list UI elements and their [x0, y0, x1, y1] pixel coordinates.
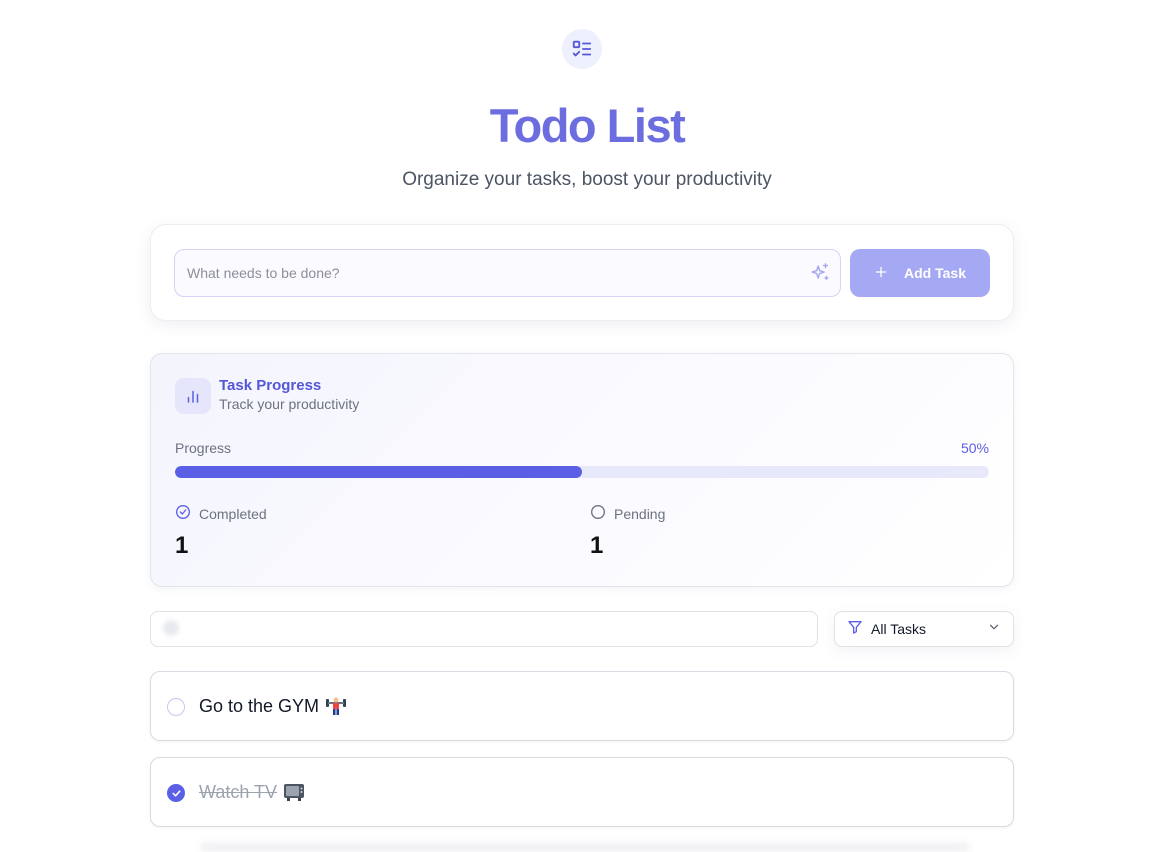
weightlifter-emoji-icon [325, 695, 347, 717]
sparkle-icon [809, 262, 831, 284]
pending-count: 1 [590, 532, 604, 559]
pending-label: Pending [614, 505, 666, 522]
task-item[interactable]: Watch TV [150, 757, 1014, 827]
filter-select[interactable]: All Tasks [834, 611, 1014, 647]
completed-stat: Completed [175, 504, 267, 523]
task-label: Watch TV [199, 782, 278, 802]
filter-icon [847, 619, 863, 640]
chevron-down-icon [987, 620, 1001, 639]
pending-stat: Pending [590, 504, 665, 523]
task-item[interactable]: Go to the GYM [150, 671, 1014, 741]
progress-bar [175, 466, 989, 478]
completed-label: Completed [199, 505, 267, 522]
completed-count: 1 [175, 532, 189, 559]
progress-label: Progress [175, 440, 232, 456]
bar-chart-icon [175, 378, 211, 414]
task-checkbox-checked[interactable] [167, 784, 185, 802]
add-task-button[interactable]: Add Task [850, 249, 990, 297]
progress-bar-fill [175, 466, 582, 478]
task-text: Watch TV [199, 780, 305, 804]
page-title: Todo List [489, 99, 686, 152]
new-task-input[interactable] [174, 249, 841, 297]
check-circle-icon [175, 504, 191, 523]
app-logo-icon [562, 29, 602, 69]
next-item-shadow [200, 842, 970, 852]
plus-icon [874, 265, 888, 282]
filter-selected-value: All Tasks [871, 621, 926, 637]
page-subtitle: Organize your tasks, boost your producti… [402, 169, 772, 190]
circle-icon [590, 504, 606, 523]
add-task-button-label: Add Task [904, 265, 966, 281]
television-emoji-icon [283, 782, 305, 802]
task-checkbox[interactable] [167, 698, 185, 716]
search-icon [163, 620, 179, 636]
progress-title: Task Progress [219, 377, 322, 394]
search-input[interactable] [150, 611, 818, 647]
progress-subtitle: Track your productivity [219, 396, 360, 412]
task-label: Go to the GYM [199, 696, 320, 716]
task-text: Go to the GYM [199, 694, 347, 718]
progress-percent: 50% [960, 440, 989, 456]
